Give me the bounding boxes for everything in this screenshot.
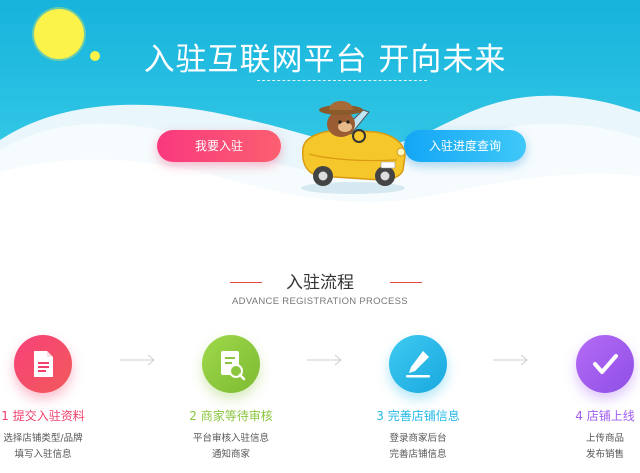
arrow-right-icon bbox=[120, 354, 155, 366]
step-1-line-2: 填写入驻信息 bbox=[14, 449, 72, 460]
step-1-title: 1 提交入驻资料 bbox=[1, 409, 85, 423]
step-2-line-2: 通知商家 bbox=[211, 449, 250, 460]
arrow-right-icon bbox=[493, 354, 528, 366]
section-title: 入驻流程 bbox=[286, 273, 354, 293]
check-icon bbox=[593, 354, 618, 374]
step-4-circle bbox=[576, 335, 634, 393]
step-1-circle bbox=[14, 335, 72, 393]
review-icon bbox=[221, 351, 246, 381]
join-button[interactable]: 我要入驻 bbox=[157, 130, 281, 162]
progress-query-button[interactable]: 入驻进度查询 bbox=[404, 130, 526, 162]
step-1-line-1: 选择店铺类型/品牌 bbox=[3, 433, 83, 444]
step-2-circle bbox=[202, 335, 260, 393]
step-3-title: 3 完善店铺信息 bbox=[376, 409, 460, 423]
hero-title: 入驻互联网平台 开向未来 bbox=[143, 42, 507, 78]
step-2-title: 2 商家等待审核 bbox=[189, 409, 273, 423]
step-3-line-1: 登录商家后台 bbox=[389, 433, 447, 444]
section-title-line-right bbox=[390, 282, 422, 283]
document-icon bbox=[34, 351, 53, 377]
step-2-line-1: 平台审核入驻信息 bbox=[192, 433, 269, 444]
arrow-right-icon bbox=[307, 354, 342, 366]
step-3-line-2: 完善店铺信息 bbox=[389, 449, 447, 460]
step-4-line-2: 发布销售 bbox=[585, 449, 624, 460]
edit-icon bbox=[406, 351, 430, 378]
step-4-line-1: 上传商品 bbox=[585, 433, 624, 444]
step-4-title: 4 店铺上线 bbox=[575, 409, 635, 423]
section-subtitle: ADVANCE REGISTRATION PROCESS bbox=[232, 296, 408, 307]
step-3-circle bbox=[389, 335, 447, 393]
hero-banner: 入驻互联网平台 开向未来 我要入驻 入驻进度查询 bbox=[0, 0, 640, 232]
hero-title-underline bbox=[257, 80, 427, 81]
car-illustration bbox=[301, 101, 406, 194]
